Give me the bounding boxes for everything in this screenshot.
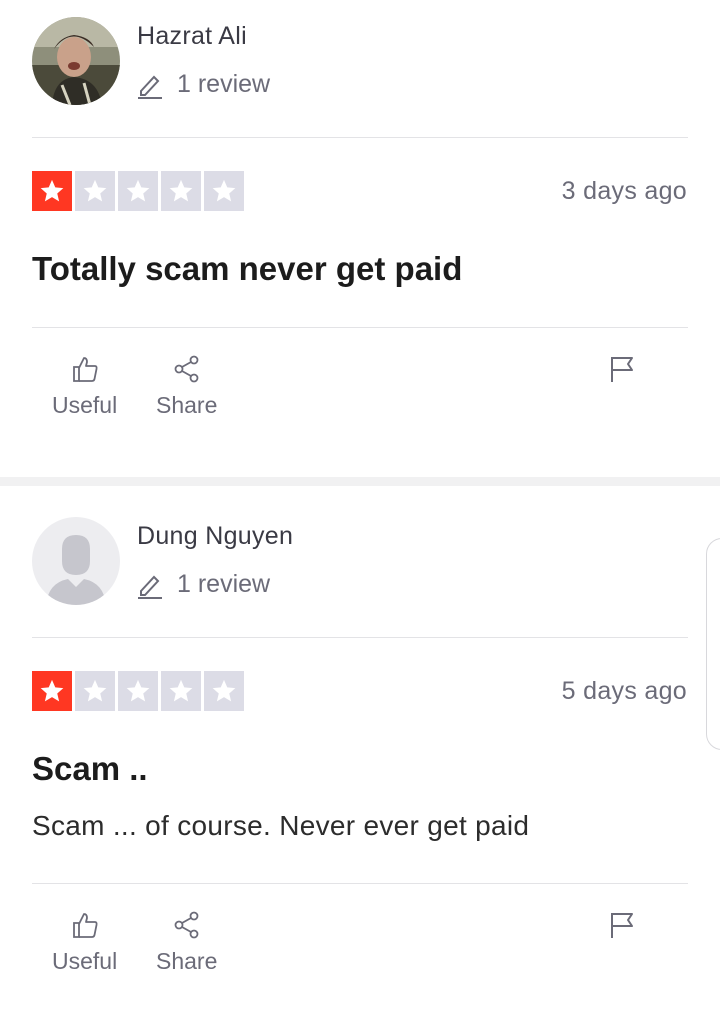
useful-label: Useful <box>52 392 118 418</box>
divider <box>32 637 688 638</box>
user-placeholder-icon <box>32 517 120 605</box>
review-body: Scam ... of course. Never ever get paid <box>32 810 530 841</box>
review-count-label: 1 review <box>177 70 271 98</box>
side-panel-handle[interactable] <box>706 538 720 750</box>
star-icon <box>161 671 201 711</box>
pencil-icon <box>138 75 162 99</box>
flag-icon[interactable] <box>608 354 636 384</box>
star-icon <box>204 171 244 211</box>
star-icon <box>118 171 158 211</box>
useful-button[interactable]: Useful <box>52 910 117 975</box>
star-rating <box>32 671 244 711</box>
star-icon <box>204 671 244 711</box>
share-label: Share <box>156 948 218 974</box>
useful-button[interactable]: Useful <box>52 354 117 419</box>
avatar[interactable] <box>32 517 120 605</box>
star-icon <box>161 171 201 211</box>
review-date: 5 days ago <box>561 677 687 705</box>
star-icon <box>32 171 72 211</box>
star-icon <box>75 171 115 211</box>
thumbs-up-icon <box>72 357 98 382</box>
review-title[interactable]: Totally scam never get paid <box>32 250 462 288</box>
review-count: 1 review <box>137 70 270 99</box>
review-count-label: 1 review <box>177 570 271 598</box>
divider <box>32 883 688 884</box>
review-count: 1 review <box>137 570 270 599</box>
review-card: Hazrat Ali 1 review 3 days ago Totally s… <box>0 0 720 477</box>
useful-label: Useful <box>52 948 118 974</box>
star-icon <box>32 671 72 711</box>
share-button[interactable]: Share <box>156 354 217 419</box>
share-icon <box>174 911 199 939</box>
divider <box>32 327 688 328</box>
reviewer-name[interactable]: Dung Nguyen <box>137 522 293 551</box>
review-card: Dung Nguyen 1 review 5 days ago Scam .. … <box>0 486 720 1026</box>
card-separator <box>0 477 720 486</box>
star-icon <box>75 671 115 711</box>
share-icon <box>174 355 199 383</box>
share-button[interactable]: Share <box>156 910 217 975</box>
flag-icon[interactable] <box>608 910 636 940</box>
avatar[interactable] <box>32 17 120 105</box>
star-rating <box>32 171 244 211</box>
thumbs-up-icon <box>72 913 98 938</box>
divider <box>32 137 688 138</box>
pencil-icon <box>138 575 162 599</box>
share-label: Share <box>156 392 218 418</box>
star-icon <box>118 671 158 711</box>
reviewer-name[interactable]: Hazrat Ali <box>137 22 247 51</box>
review-date: 3 days ago <box>561 177 687 205</box>
review-title[interactable]: Scam .. <box>32 750 148 788</box>
